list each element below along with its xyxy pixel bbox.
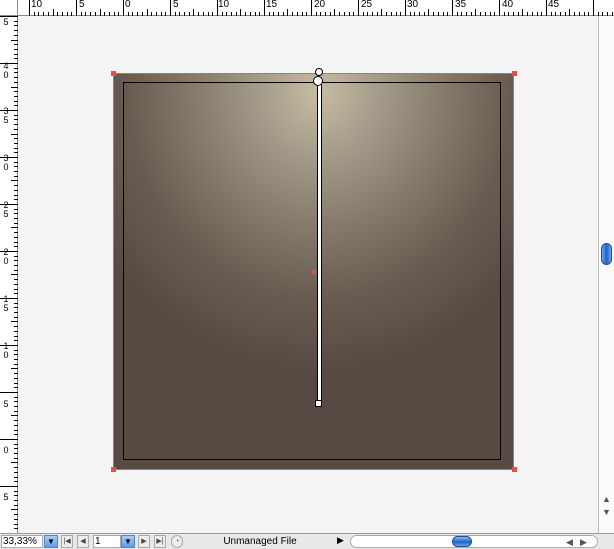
status-bar: 33,33% ▼ |◀ ◀ 1 ▼ ▶ ▶| ◔ Unmanaged File … bbox=[0, 533, 614, 549]
zoom-field[interactable]: 33,33% bbox=[1, 535, 43, 548]
ruler-label: 20 bbox=[314, 0, 326, 10]
ruler-label: 5 bbox=[3, 17, 9, 27]
selection-handle[interactable] bbox=[512, 467, 517, 472]
ruler-label: 3 0 bbox=[3, 153, 9, 172]
horizontal-scroll-thumb[interactable] bbox=[452, 536, 472, 547]
horizontal-scrollbar[interactable]: ◀ ▶ bbox=[350, 535, 598, 548]
file-status-label: Unmanaged File bbox=[223, 536, 297, 547]
status-menu-arrow-icon[interactable]: ▶ bbox=[337, 535, 344, 546]
gradient-tool-line[interactable] bbox=[313, 68, 323, 407]
ruler-label: 45 bbox=[548, 0, 560, 10]
gradient-end-handle[interactable] bbox=[315, 400, 322, 407]
gradient-vector bbox=[317, 78, 322, 404]
preflight-icon[interactable]: ◔ bbox=[171, 535, 183, 548]
ruler-label: 5 bbox=[173, 0, 179, 10]
ruler-label: 2 0 bbox=[3, 247, 9, 266]
ruler-label: 5 bbox=[3, 399, 9, 409]
vertical-ruler[interactable]: 5 4 0 3 5 3 0 2 5 2 0 1 5 1 0 5 0 5 bbox=[0, 16, 18, 533]
last-page-button[interactable]: ▶| bbox=[154, 535, 166, 548]
ruler-label: 3 5 bbox=[3, 106, 9, 125]
ruler-label: 30 bbox=[407, 0, 419, 10]
horizontal-ruler-ticks bbox=[29, 0, 613, 16]
ruler-label: 2 5 bbox=[3, 200, 9, 219]
ruler-label: 5 bbox=[3, 492, 9, 502]
ruler-label: 25 bbox=[361, 0, 373, 10]
vertical-ruler-ticks bbox=[0, 16, 18, 529]
ruler-label: 0 bbox=[125, 0, 131, 10]
ruler-label: 15 bbox=[266, 0, 278, 10]
next-page-button[interactable]: ▶ bbox=[138, 535, 150, 548]
ruler-label: 40 bbox=[502, 0, 514, 10]
selection-handle[interactable] bbox=[512, 71, 517, 76]
scroll-left-icon[interactable]: ◀ bbox=[566, 537, 573, 548]
ruler-origin[interactable] bbox=[0, 0, 18, 16]
ruler-label: 1 5 bbox=[3, 294, 9, 313]
selection-handle[interactable] bbox=[111, 467, 116, 472]
page-dropdown-button[interactable]: ▼ bbox=[121, 535, 135, 548]
gradient-start-knob[interactable] bbox=[315, 68, 323, 76]
scroll-down-icon[interactable]: ▼ bbox=[601, 507, 612, 518]
vertical-scroll-thumb[interactable] bbox=[601, 243, 612, 265]
first-page-button[interactable]: |◀ bbox=[61, 535, 73, 548]
ruler-label: 4 0 bbox=[3, 61, 9, 80]
scroll-right-icon[interactable]: ▶ bbox=[580, 537, 587, 548]
zoom-dropdown-button[interactable]: ▼ bbox=[44, 535, 58, 548]
gradient-origin-handle[interactable] bbox=[313, 76, 323, 86]
ruler-label: 5 bbox=[79, 0, 85, 10]
selection-handle[interactable] bbox=[111, 71, 116, 76]
previous-page-button[interactable]: ◀ bbox=[77, 535, 89, 548]
ruler-label: 1 0 bbox=[3, 341, 9, 360]
ruler-label: 0 bbox=[3, 445, 9, 455]
ruler-label: 10 bbox=[218, 0, 230, 10]
vertical-scrollbar[interactable]: ▲ ▼ bbox=[598, 16, 614, 533]
ruler-label: 10 bbox=[31, 0, 43, 10]
horizontal-ruler[interactable]: 10 5 0 5 10 15 20 25 30 35 40 45 bbox=[0, 0, 614, 16]
page-number-field[interactable]: 1 bbox=[93, 535, 121, 548]
frame-center-point[interactable] bbox=[312, 270, 316, 274]
scroll-up-icon[interactable]: ▲ bbox=[601, 494, 612, 505]
ruler-label: 35 bbox=[455, 0, 467, 10]
